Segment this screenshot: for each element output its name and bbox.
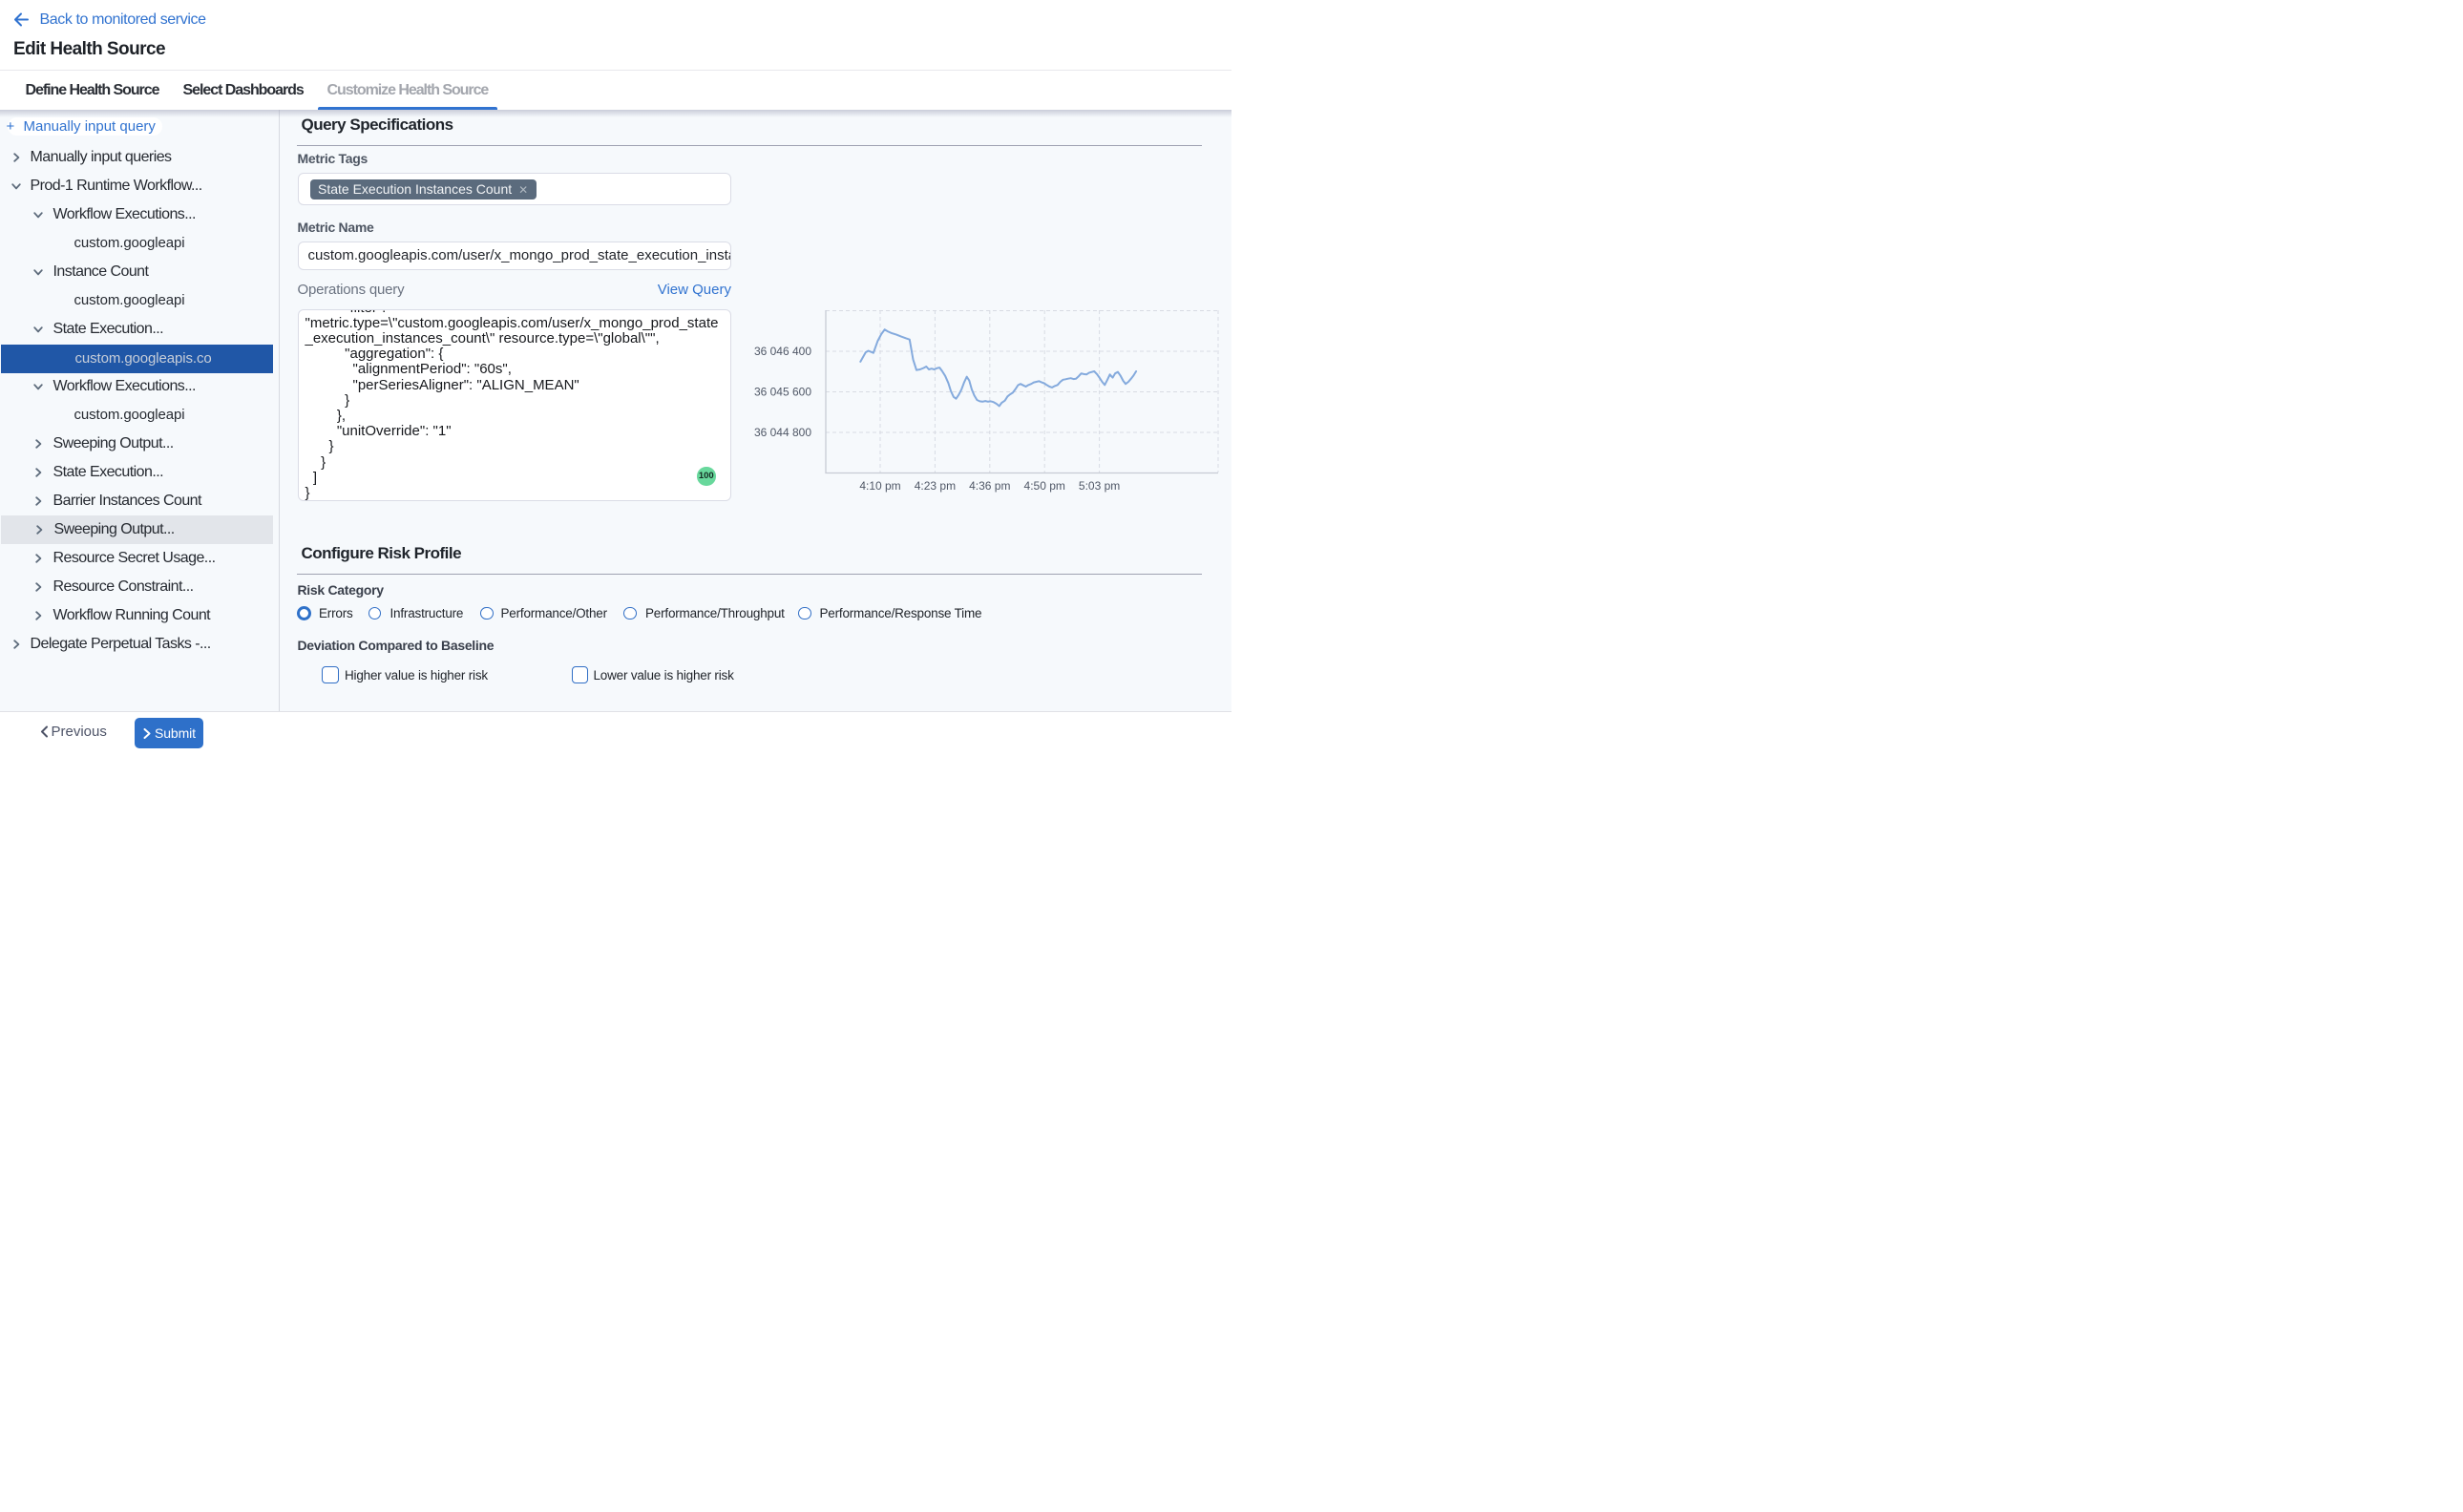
svg-text:4:23 pm: 4:23 pm (915, 479, 956, 493)
svg-text:36 045 600: 36 045 600 (754, 386, 811, 399)
svg-text:36 044 800: 36 044 800 (754, 426, 811, 439)
svg-text:4:10 pm: 4:10 pm (859, 479, 900, 493)
svg-text:36 046 400: 36 046 400 (754, 345, 811, 358)
svg-text:4:36 pm: 4:36 pm (969, 479, 1010, 493)
svg-text:4:50 pm: 4:50 pm (1024, 479, 1065, 493)
svg-text:5:03 pm: 5:03 pm (1079, 479, 1120, 493)
